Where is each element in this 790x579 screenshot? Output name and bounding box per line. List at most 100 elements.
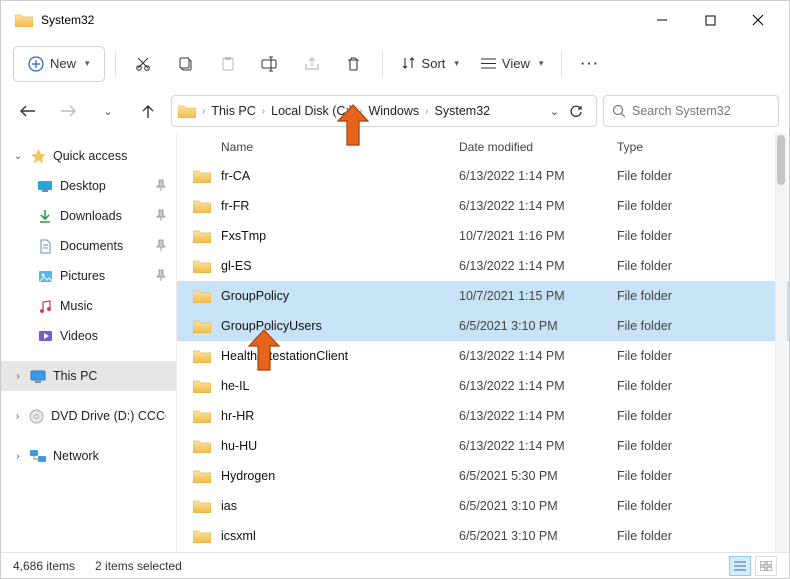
sidebar-item-desktop[interactable]: Desktop [1,171,176,201]
file-row[interactable]: fr-CA6/13/2022 1:14 PMFile folder [177,161,789,191]
file-name: GroupPolicy [221,289,289,303]
copy-button[interactable] [168,46,204,82]
cut-button[interactable] [126,46,162,82]
file-row[interactable]: gl-ES6/13/2022 1:14 PMFile folder [177,251,789,281]
sidebar-item-pictures[interactable]: Pictures [1,261,176,291]
file-row[interactable]: he-IL6/13/2022 1:14 PMFile folder [177,371,789,401]
address-bar[interactable]: › This PC › Local Disk (C:) › Windows › … [171,95,597,127]
sidebar-item-label: This PC [53,369,97,383]
file-date: 6/5/2021 3:10 PM [459,319,617,333]
scrollbar[interactable] [775,133,787,552]
file-row[interactable]: icsxml6/5/2021 3:10 PMFile folder [177,521,789,551]
file-list[interactable]: fr-CA6/13/2022 1:14 PMFile folderfr-FR6/… [177,161,789,552]
file-list-pane: Name Date modified Type fr-CA6/13/2022 1… [177,133,789,552]
folder-icon [193,499,211,513]
file-name: GroupPolicyUsers [221,319,322,333]
thumbnails-view-button[interactable] [755,556,777,576]
sidebar-item-label: Pictures [60,269,105,283]
chevron-down-icon: ⌄ [103,105,112,118]
chevron-right-icon: › [260,106,267,117]
details-icon [734,561,746,571]
forward-button[interactable] [51,94,85,128]
arrow-right-icon [60,105,76,117]
search-input[interactable]: Search System32 [603,95,779,127]
breadcrumb-item[interactable]: Windows [364,104,423,118]
column-headers[interactable]: Name Date modified Type [177,133,789,161]
sort-button[interactable]: Sort ▾ [393,46,467,82]
breadcrumb-item[interactable]: System32 [431,104,495,118]
content-area: ⌄ Quick access Desktop Downloads Documents… [1,133,789,552]
sidebar-dvd[interactable]: › DVD Drive (D:) CCCC [1,401,176,431]
rename-button[interactable] [252,46,288,82]
pin-icon [156,239,166,254]
folder-icon [193,409,211,423]
chevron-right-icon: › [357,106,364,117]
delete-button[interactable] [336,46,372,82]
column-name[interactable]: Name [183,140,459,154]
sidebar-item-label: Documents [60,239,123,253]
cut-icon [135,55,152,72]
close-button[interactable] [735,5,781,35]
file-type: File folder [617,199,783,213]
folder-icon [193,319,211,333]
recent-button[interactable]: ⌄ [91,94,125,128]
pin-icon [156,269,166,284]
chevron-right-icon[interactable]: › [11,451,25,462]
breadcrumb-item[interactable]: This PC [207,104,259,118]
sidebar-item-videos[interactable]: Videos [1,321,176,351]
paste-button[interactable] [210,46,246,82]
sidebar-item-documents[interactable]: Documents [1,231,176,261]
sidebar-item-downloads[interactable]: Downloads [1,201,176,231]
chevron-down-icon[interactable]: ⌄ [550,105,559,118]
scrollbar-thumb[interactable] [777,135,785,185]
share-button[interactable] [294,46,330,82]
status-bar: 4,686 items 2 items selected [1,552,789,578]
file-row[interactable]: Hydrogen6/5/2021 5:30 PMFile folder [177,461,789,491]
sidebar-item-music[interactable]: Music [1,291,176,321]
minimize-button[interactable] [639,5,685,35]
file-row[interactable]: FxsTmp10/7/2021 1:16 PMFile folder [177,221,789,251]
sidebar-item-label: Downloads [60,209,122,223]
details-view-button[interactable] [729,556,751,576]
explorer-window: System32 New ▾ Sort ▾ View ▾ [0,0,790,579]
folder-icon [193,289,211,303]
file-name: he-IL [221,379,250,393]
column-type[interactable]: Type [617,140,783,154]
sidebar-this-pc[interactable]: › This PC [1,361,176,391]
up-button[interactable] [131,94,165,128]
file-date: 6/13/2022 1:14 PM [459,439,617,453]
sidebar-item-label: Desktop [60,179,106,193]
sidebar-item-label: Music [60,299,93,313]
chevron-right-icon[interactable]: › [11,371,25,382]
navigation-pane[interactable]: ⌄ Quick access Desktop Downloads Documents… [1,133,177,552]
sidebar-network[interactable]: › Network [1,441,176,471]
chevron-down-icon[interactable]: ⌄ [11,151,25,162]
file-row[interactable]: hu-HU6/13/2022 1:14 PMFile folder [177,431,789,461]
sort-icon [401,56,416,71]
new-button[interactable]: New ▾ [13,46,105,82]
refresh-icon[interactable] [569,104,584,119]
file-type: File folder [617,169,783,183]
file-row[interactable]: GroupPolicyUsers6/5/2021 3:10 PMFile fol… [177,311,789,341]
sidebar-item-label: Videos [60,329,98,343]
file-row[interactable]: hr-HR6/13/2022 1:14 PMFile folder [177,401,789,431]
file-type: File folder [617,349,783,363]
item-count: 4,686 items [13,559,75,573]
breadcrumb-item[interactable]: Local Disk (C:) [267,104,357,118]
file-name: fr-FR [221,199,249,213]
folder-icon [193,379,211,393]
sidebar-item-label: DVD Drive (D:) CCCC [51,409,166,423]
file-row[interactable]: fr-FR6/13/2022 1:14 PMFile folder [177,191,789,221]
maximize-button[interactable] [687,5,733,35]
column-date[interactable]: Date modified [459,140,617,154]
back-button[interactable] [11,94,45,128]
file-row[interactable]: ias6/5/2021 3:10 PMFile folder [177,491,789,521]
file-type: File folder [617,259,783,273]
sidebar-quick-access[interactable]: ⌄ Quick access [1,141,176,171]
view-button[interactable]: View ▾ [473,46,551,82]
folder-icon [193,259,211,273]
file-row[interactable]: HealthAttestationClient6/13/2022 1:14 PM… [177,341,789,371]
chevron-right-icon[interactable]: › [11,411,24,422]
file-row[interactable]: GroupPolicy10/7/2021 1:15 PMFile folder [177,281,789,311]
more-button[interactable]: ··· [572,46,608,82]
